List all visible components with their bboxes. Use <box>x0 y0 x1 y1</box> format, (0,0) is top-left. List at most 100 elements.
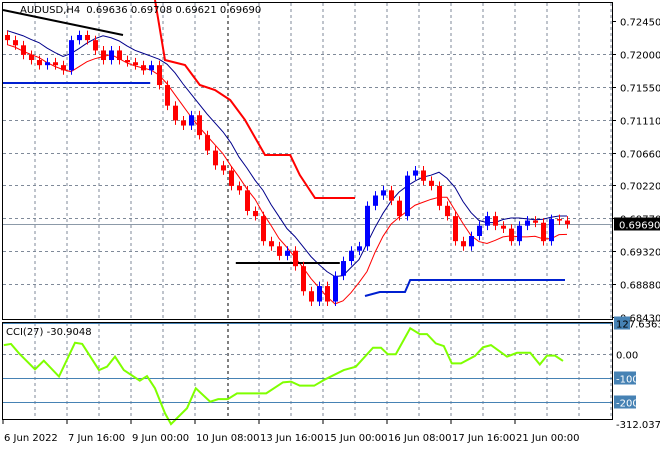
bear-candle <box>157 65 162 86</box>
bear-candle <box>309 291 314 302</box>
bear-candle <box>541 222 546 242</box>
bear-candle <box>277 246 282 256</box>
price-tick-label: 0.71550 <box>620 84 660 95</box>
price-tick-label: 0.69320 <box>620 248 660 259</box>
cci-level-label: -100 <box>616 375 639 386</box>
bear-candle <box>61 65 66 71</box>
bull-candle <box>405 175 410 217</box>
bear-candle <box>93 40 98 51</box>
bull-candle <box>69 40 74 71</box>
bear-candle <box>165 85 170 106</box>
bull-candle <box>413 170 418 176</box>
bear-candle <box>429 180 434 186</box>
symbol-label: AUDUSD,H4 <box>20 5 80 16</box>
bull-candle <box>517 225 522 242</box>
bear-candle <box>453 216 458 242</box>
price-chart[interactable]: AUDUSD,H4 0.69636 0.69708 0.69621 0.69690… <box>0 0 660 450</box>
bear-candle <box>245 190 250 211</box>
bear-candle <box>29 54 34 61</box>
bear-candle <box>445 205 450 217</box>
cci-header: CCI(27) -30.9048 <box>6 327 92 338</box>
bull-candle <box>341 261 346 276</box>
bull-candle <box>349 250 354 262</box>
bear-candle <box>133 62 138 66</box>
bear-candle <box>85 34 90 41</box>
bull-candle <box>357 246 362 251</box>
time-label: 7 Jun 16:00 <box>68 433 125 444</box>
bear-candle <box>125 60 130 63</box>
bear-candle <box>13 40 18 46</box>
cci-level-label: 0.00 <box>616 351 638 362</box>
bull-candle <box>373 195 378 206</box>
bear-candle <box>141 65 146 71</box>
bear-candle <box>461 241 466 247</box>
ohlc-values: 0.69636 0.69708 0.69621 0.69690 <box>86 5 261 16</box>
cci-line <box>3 326 564 426</box>
axes: 0.72450 0.72000 0.71550 0.71110 0.70660 0.702… <box>2 18 660 444</box>
time-label: 13 Jun 16:00 <box>260 433 324 444</box>
bear-candle <box>269 241 274 247</box>
bear-candle <box>197 115 202 136</box>
price-tick-label: 0.70220 <box>620 182 660 193</box>
cci-panel-border <box>2 322 613 420</box>
bull-candle <box>77 34 82 41</box>
cci-level-label: -312.0378 <box>616 420 660 431</box>
bear-candle <box>21 45 26 55</box>
chart-header: AUDUSD,H4 0.69636 0.69708 0.69621 0.69690 <box>20 5 261 16</box>
price-tick-label: 0.70660 <box>620 150 660 161</box>
bull-candle <box>109 50 114 61</box>
bear-candle <box>389 190 394 201</box>
bull-candle <box>549 219 554 242</box>
bear-candle <box>301 266 306 292</box>
blue-trailing-stop-line <box>364 279 565 297</box>
time-label: 9 Jun 00:00 <box>132 433 189 444</box>
bear-candle <box>253 210 258 217</box>
time-label: 21 Jun 00:00 <box>516 433 580 444</box>
cci-level-label: -200 <box>616 399 639 410</box>
bear-candle <box>229 170 234 186</box>
grid <box>3 3 612 420</box>
bear-candle <box>221 165 226 171</box>
bull-candle <box>333 275 338 302</box>
bear-candle <box>397 200 402 217</box>
bull-candle <box>485 216 490 226</box>
bear-candle <box>421 170 426 181</box>
bear-candle <box>325 286 330 302</box>
bear-candle <box>205 135 210 151</box>
bull-candle <box>149 65 154 71</box>
time-label: 15 Jun 00:00 <box>324 433 388 444</box>
bear-candle <box>37 60 42 66</box>
bull-candle <box>381 190 386 196</box>
price-tick-label: 0.72450 <box>620 18 660 29</box>
time-label: 6 Jun 2022 <box>4 433 58 444</box>
bear-candle <box>533 220 538 223</box>
bear-candle <box>101 50 106 61</box>
cci-panel <box>3 323 612 426</box>
bull-candle <box>189 115 194 126</box>
bull-candle <box>317 286 322 302</box>
red-trailing-stop-line <box>154 0 355 200</box>
bear-candle <box>509 228 514 242</box>
bear-candle <box>261 216 266 242</box>
bull-candle <box>45 62 50 66</box>
price-tick-label: 0.71110 <box>620 117 660 128</box>
bear-candle <box>565 220 570 225</box>
time-label: 10 Jun 08:00 <box>196 433 260 444</box>
price-tick-label: 0.68880 <box>620 281 660 292</box>
bear-candle <box>557 219 562 221</box>
bull-candle <box>469 235 474 247</box>
bear-candle <box>173 105 178 121</box>
bull-candle <box>525 220 530 226</box>
bull-candle <box>477 225 482 236</box>
bear-candle <box>501 225 506 229</box>
price-tick-label: 0.72000 <box>620 51 660 62</box>
time-label: 16 Jun 08:00 <box>388 433 452 444</box>
bear-candle <box>181 120 186 126</box>
bear-candle <box>437 185 442 206</box>
cci-level-label: 127.6363 <box>616 320 660 331</box>
bear-candle <box>53 62 58 66</box>
time-label: 17 Jun 16:00 <box>452 433 516 444</box>
bear-candle <box>213 150 218 166</box>
bear-candle <box>5 34 10 41</box>
bull-candle <box>365 205 370 247</box>
